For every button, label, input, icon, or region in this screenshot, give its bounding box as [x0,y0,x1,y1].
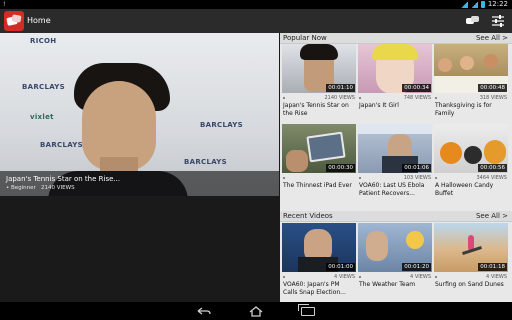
back-icon[interactable] [197,307,211,316]
video-views: 4 VIEWS [486,274,507,280]
video-thumbnail: 00:01:10 [282,44,356,93]
video-views: 4 VIEWS [410,274,431,280]
status-indicators: 12:22 [460,0,508,9]
video-thumbnail: 00:01:06 [358,124,432,173]
video-title: Surfing on Sand Dunes [435,281,504,288]
recent-apps-icon[interactable] [298,304,315,316]
video-views: 748 VIEWS [403,95,431,101]
featured-caption: Japan's Tennis Star on the Rise... • Beg… [0,171,279,196]
video-thumbnail: 00:01:18 [434,223,508,272]
video-duration: 00:01:18 [478,263,507,271]
featured-video[interactable]: RICOH BARCLAYS vixlet BARCLAYS BARCLAYS … [0,33,279,196]
video-title: VOA60: Japan's PM Calls Snap Election... [283,281,346,296]
video-tile[interactable]: 00:01:00 4 VIEWS VOA60: Japan's PM Calls… [282,223,356,299]
video-thumbnail: 00:00:48 [434,44,508,93]
sponsor-logo: BARCLAYS [200,121,243,129]
sponsor-logo: BARCLAYS [184,158,227,166]
video-tile[interactable]: 00:01:10 2140 VIEWS Japan's Tennis Star … [282,44,356,120]
video-duration: 00:00:30 [326,164,355,172]
video-duration: 00:01:10 [326,84,355,92]
video-tile[interactable]: 00:01:20 4 VIEWS The Weather Team [358,223,432,299]
cell-signal-icon [470,1,478,8]
video-tile[interactable]: 00:01:18 4 VIEWS Surfing on Sand Dunes [434,223,508,299]
video-views: 2140 VIEWS [324,95,356,101]
video-tile[interactable]: 00:00:34 748 VIEWS Japan's It Girl [358,44,432,120]
video-views: 103 VIEWS [403,175,431,181]
video-title: Japan's It Girl [359,102,399,109]
chat-icon[interactable] [466,16,479,25]
action-bar: Home [0,9,512,33]
video-title: A Halloween Candy Buffet [435,182,494,197]
sponsor-logo: BARCLAYS [22,83,65,91]
video-title: VOA60: Last US Ebola Patient Recovers... [359,182,425,197]
video-duration: 00:00:34 [402,84,431,92]
video-duration: 00:00:48 [478,84,507,92]
sponsor-logo: BARCLAYS [40,141,83,149]
settings-sliders-icon[interactable] [492,15,504,27]
video-tile[interactable]: 00:00:56 3464 VIEWS A Halloween Candy Bu… [434,124,508,200]
page-title: Home [27,16,51,25]
featured-level: Beginner [11,185,36,191]
popular-header: Popular Now See All > [280,33,512,44]
video-views: 318 VIEWS [479,95,507,101]
video-duration: 00:01:06 [402,164,431,172]
featured-title: Japan's Tennis Star on the Rise... [6,175,121,183]
video-tile[interactable]: 00:01:06 103 VIEWS VOA60: Last US Ebola … [358,124,432,200]
video-thumbnail: 00:01:20 [358,223,432,272]
wifi-icon [460,1,468,8]
video-title: The Thinnest iPad Ever [283,182,352,189]
video-thumbnail: 00:01:00 [282,223,356,272]
video-thumbnail: 00:00:34 [358,44,432,93]
home-icon[interactable] [249,306,263,317]
video-tile[interactable]: 00:00:30 The Thinnest iPad Ever [282,124,356,200]
video-tile[interactable]: 00:00:48 318 VIEWS Thanksgiving is for F… [434,44,508,120]
video-lists: Popular Now See All > 00:01:10 2140 VIEW… [280,33,512,302]
recent-see-all-link[interactable]: See All > [476,212,508,221]
video-duration: 00:01:20 [402,263,431,271]
recent-title: Recent Videos [283,212,333,220]
featured-views: 2140 VIEWS [41,185,75,191]
app-logo-icon[interactable] [4,11,24,31]
video-views: 3464 VIEWS [476,175,508,181]
popular-title: Popular Now [283,34,327,42]
video-title: Japan's Tennis Star on the Rise [283,102,349,117]
video-duration: 00:01:00 [326,263,355,271]
video-thumbnail: 00:00:30 [282,124,356,173]
sponsor-logo: vixlet [30,113,54,121]
battery-icon [480,1,485,8]
sponsor-logo: RICOH [30,37,57,45]
video-thumbnail: 00:00:56 [434,124,508,173]
status-time: 12:22 [487,0,508,8]
video-duration: 00:00:56 [478,164,507,172]
system-nav-bar [0,302,512,320]
status-bar: ! 12:22 [0,0,512,9]
warning-icon: ! [3,1,6,8]
video-views: 4 VIEWS [334,274,355,280]
featured-meta: • Beginner 2140 VIEWS [6,185,75,191]
video-title: The Weather Team [359,281,416,288]
recent-header: Recent Videos See All > [280,211,512,222]
video-title: Thanksgiving is for Family [435,102,492,117]
popular-see-all-link[interactable]: See All > [476,34,508,43]
